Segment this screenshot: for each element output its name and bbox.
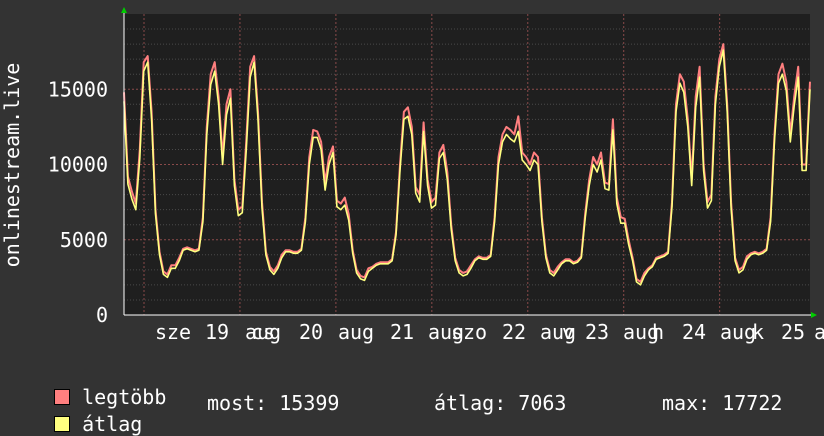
x-tick-label: k <box>752 320 764 344</box>
x-tick-label: 19 <box>205 320 229 344</box>
y-tick-label: 10000 <box>48 153 108 177</box>
y-tick-label: 5000 <box>60 228 108 252</box>
x-tick-label: szo <box>451 320 487 344</box>
x-tick-label: a <box>814 320 824 344</box>
x-axis-arrow <box>811 312 817 318</box>
y-tick-label: 0 <box>96 303 108 327</box>
y-ticks: 0 5000 10000 15000 <box>48 77 108 327</box>
x-tick-label: h <box>652 320 664 344</box>
x-tick-label: 25 <box>781 320 805 344</box>
x-tick-label: 22 <box>502 320 526 344</box>
x-tick-label: 23 <box>585 320 609 344</box>
x-tick-label: cs <box>251 320 275 344</box>
legend-item-avg: átlag <box>30 391 142 435</box>
legend-label-avg: átlag <box>82 412 143 436</box>
x-ticks: sze 19 augcs 20 aug 21 augszo 22 augv 23 augh 24 aug… <box>155 320 824 344</box>
stat-max: max: 17722 <box>662 391 783 415</box>
x-tick-label: aug <box>338 320 374 344</box>
stat-avg: átlag: 7063 <box>434 391 567 415</box>
x-tick-label: sze <box>155 320 191 344</box>
x-tick-label: v <box>562 320 574 344</box>
x-tick-label: 21 <box>390 320 414 344</box>
x-tick-label: 24 <box>682 320 706 344</box>
stat-now: most: 15399 <box>207 391 340 415</box>
x-tick-label: 20 <box>299 320 323 344</box>
x-tick-label: aug <box>720 320 756 344</box>
y-axis-arrow <box>121 7 127 13</box>
y-tick-label: 15000 <box>48 77 108 101</box>
y-axis-label: onlinestream.live <box>0 63 24 268</box>
